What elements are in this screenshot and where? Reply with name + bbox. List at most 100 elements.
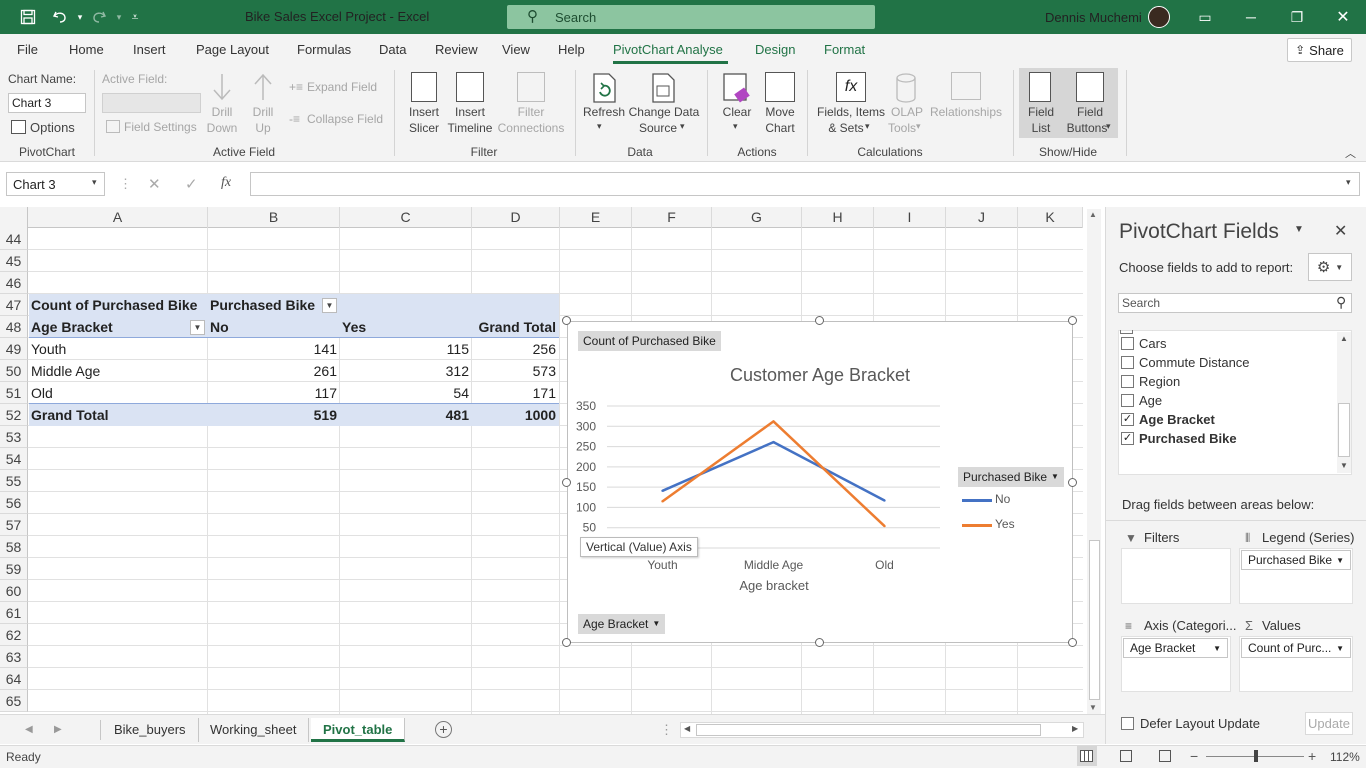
chart-title[interactable]: Customer Age Bracket: [567, 365, 1073, 386]
resize-handle[interactable]: [562, 638, 571, 647]
sheet-tab-pivot-table[interactable]: Pivot_table: [311, 718, 406, 742]
change-data-source-dropdown-icon[interactable]: ▾: [680, 121, 685, 132]
scroll-up-icon[interactable]: ▲: [1089, 210, 1097, 219]
resize-handle[interactable]: [815, 316, 824, 325]
pivot-col-no[interactable]: No: [210, 316, 229, 338]
value-field-button[interactable]: Count of Purchased Bike: [578, 331, 721, 351]
field-item[interactable]: Purchased Bike: [1139, 431, 1237, 446]
field-item[interactable]: Commute Distance: [1139, 355, 1250, 370]
scroll-right-icon[interactable]: ▶: [1072, 724, 1078, 733]
row-filter-dropdown-icon[interactable]: ▼: [190, 320, 205, 335]
scroll-down-icon[interactable]: ▼: [1089, 703, 1097, 712]
insert-function-icon[interactable]: fx: [221, 175, 231, 191]
undo-icon[interactable]: [49, 7, 71, 27]
column-header-b[interactable]: B: [208, 207, 340, 228]
options-button[interactable]: Options: [30, 120, 75, 135]
move-chart-button[interactable]: Move: [761, 105, 799, 119]
fields-items-sets-button[interactable]: Fields, Items: [814, 105, 888, 119]
next-sheet-icon[interactable]: ▶: [54, 724, 62, 735]
restore-icon[interactable]: ❐: [1274, 0, 1320, 34]
zoom-in-icon[interactable]: +: [1308, 748, 1316, 764]
pane-close-icon[interactable]: ✕: [1334, 221, 1347, 241]
customize-toolbar-icon[interactable]: ⩡: [124, 7, 146, 27]
resize-handle[interactable]: [1068, 316, 1077, 325]
clear-dropdown-icon[interactable]: ▾: [733, 121, 738, 132]
vertical-scroll-thumb[interactable]: [1089, 540, 1100, 700]
menu-home[interactable]: Home: [69, 42, 104, 57]
column-header-h[interactable]: H: [802, 207, 874, 228]
chart-plot-area[interactable]: 350 300 250 200 150 100 50 Youth Middle Age Old: [567, 395, 957, 595]
legend-field-button[interactable]: Purchased Bike ▼: [958, 467, 1064, 487]
row-header[interactable]: 56: [0, 492, 28, 514]
row-header[interactable]: 57: [0, 514, 28, 536]
field-checkbox[interactable]: [1121, 337, 1134, 350]
field-item[interactable]: Region: [1139, 374, 1180, 389]
close-icon[interactable]: ✕: [1320, 0, 1366, 34]
filters-drop-area[interactable]: [1121, 548, 1231, 604]
resize-handle[interactable]: [562, 316, 571, 325]
pivot-value-field[interactable]: Count of Purchased Bike: [31, 294, 197, 316]
field-checkbox[interactable]: [1121, 394, 1134, 407]
column-header-d[interactable]: D: [472, 207, 560, 228]
row-header[interactable]: 61: [0, 602, 28, 624]
legend-label-yes[interactable]: Yes: [995, 517, 1015, 531]
share-button[interactable]: ⇪ Share: [1287, 38, 1352, 62]
column-header-i[interactable]: I: [874, 207, 946, 228]
row-header[interactable]: 51: [0, 382, 28, 404]
row-header[interactable]: 45: [0, 250, 28, 272]
pivot-col-grand-total[interactable]: Grand Total: [472, 316, 556, 338]
zoom-slider-thumb[interactable]: [1254, 750, 1258, 762]
row-header[interactable]: 53: [0, 426, 28, 448]
clear-button[interactable]: Clear: [719, 105, 755, 119]
defer-layout-checkbox[interactable]: [1121, 717, 1134, 730]
scroll-left-icon[interactable]: ◀: [684, 724, 690, 733]
menu-review[interactable]: Review: [435, 42, 478, 57]
page-layout-view-icon[interactable]: [1120, 750, 1132, 762]
row-header[interactable]: 64: [0, 668, 28, 690]
menu-page-layout[interactable]: Page Layout: [196, 42, 269, 57]
row-header[interactable]: 44: [0, 228, 28, 250]
tab-split-grip-icon[interactable]: ⋮: [660, 722, 673, 738]
menu-file[interactable]: File: [17, 42, 38, 57]
pivot-cell[interactable]: 141: [208, 338, 337, 360]
tools-gear-button[interactable]: ⚙ ▼: [1308, 253, 1352, 281]
resize-handle[interactable]: [815, 638, 824, 647]
column-header-j[interactable]: J: [946, 207, 1018, 228]
menu-help[interactable]: Help: [558, 42, 585, 57]
row-header[interactable]: 62: [0, 624, 28, 646]
x-axis-title[interactable]: Age bracket: [567, 578, 981, 593]
menu-insert[interactable]: Insert: [133, 42, 166, 57]
pivot-total-cell[interactable]: 519: [208, 404, 337, 426]
field-buttons-dropdown-icon[interactable]: ▾: [1106, 121, 1111, 132]
pivot-total-cell[interactable]: 481: [340, 404, 469, 426]
row-header[interactable]: 54: [0, 448, 28, 470]
field-checkbox[interactable]: [1121, 356, 1134, 369]
insert-timeline-button[interactable]: Insert: [447, 105, 493, 119]
sheet-tab-working-sheet[interactable]: Working_sheet: [198, 718, 310, 742]
pivot-column-field[interactable]: Purchased Bike: [210, 294, 315, 316]
row-header[interactable]: 52: [0, 404, 28, 426]
save-icon[interactable]: [17, 7, 39, 27]
row-header[interactable]: 58: [0, 536, 28, 558]
field-scroll-up-icon[interactable]: ▲: [1340, 334, 1348, 343]
field-checkbox-checked[interactable]: ✓: [1121, 432, 1134, 445]
menu-design[interactable]: Design: [755, 42, 795, 57]
field-item[interactable]: Age: [1139, 393, 1162, 408]
pivot-cell[interactable]: 171: [472, 382, 556, 404]
field-scroll-down-icon[interactable]: ▼: [1340, 461, 1348, 470]
user-name[interactable]: Dennis Muchemi: [1045, 10, 1142, 25]
values-field-pill[interactable]: Count of Purc... ▼: [1241, 638, 1351, 658]
pivot-cell[interactable]: 115: [340, 338, 469, 360]
axis-field-pill[interactable]: Age Bracket ▼: [1123, 638, 1228, 658]
row-header[interactable]: 46: [0, 272, 28, 294]
page-break-view-icon[interactable]: [1159, 750, 1171, 762]
column-header-f[interactable]: F: [632, 207, 712, 228]
fields-items-sets-dropdown-icon[interactable]: ▾: [865, 121, 870, 132]
pivot-cell[interactable]: 54: [340, 382, 469, 404]
sheet-tab-bike-buyers[interactable]: Bike_buyers: [102, 718, 199, 742]
row-header[interactable]: 50: [0, 360, 28, 382]
field-checkbox-checked[interactable]: ✓: [1121, 413, 1134, 426]
field-search-input[interactable]: Search: [1118, 293, 1352, 313]
row-header[interactable]: 59: [0, 558, 28, 580]
collapse-ribbon-icon[interactable]: ︿: [1345, 145, 1356, 161]
